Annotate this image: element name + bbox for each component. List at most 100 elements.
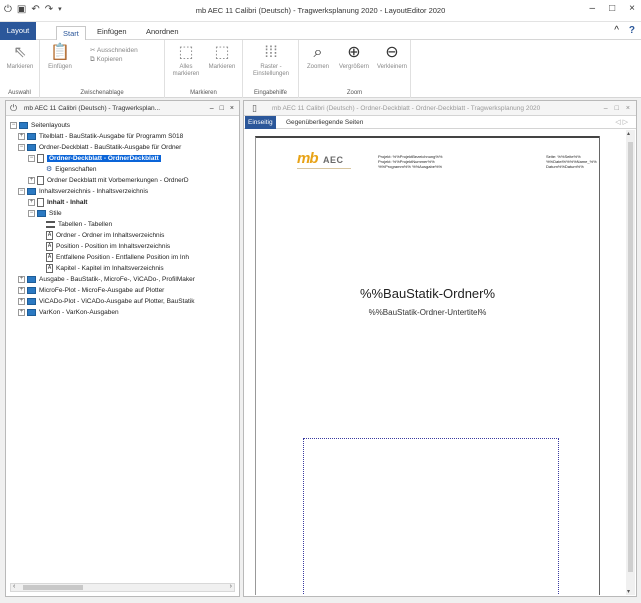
tree-node[interactable]: + ViCADo-Plot - ViCADo-Ausgabe auf Plotte… (10, 296, 238, 307)
help-icon[interactable]: ? (629, 25, 635, 36)
page-view-tabs: Einseitig Gegenüberliegende Seiten ◁ ▷ (244, 116, 636, 129)
header-page-info: Seite: %%Seite%% %%Datei%%%%Name_%% Datu… (546, 154, 597, 169)
tree-node[interactable]: Tabellen - Tabellen (10, 219, 238, 230)
tree-node[interactable]: − Seitenlayouts (10, 120, 238, 131)
tree-panel-header: ⏻ mb AEC 11 Calibri (Deutsch) - Tragwerk… (6, 101, 239, 116)
tree-node[interactable]: − Inhaltsverzeichnis - Inhaltsverzeichnis (10, 186, 238, 197)
tree-node[interactable]: A Ordner - Ordner im Inhaltsverzeichnis (10, 230, 238, 241)
page-icon (37, 197, 44, 207)
layout-icon (27, 308, 36, 316)
tab-anordnen[interactable]: Anordnen (140, 25, 185, 39)
expand-icon[interactable]: + (28, 176, 35, 184)
style-doc-icon: A (46, 252, 53, 262)
header-project-info: Projekt: %%ProjektBezeichnung%% Projekt:… (378, 154, 443, 169)
panel-minimize-button[interactable]: – (210, 101, 214, 116)
close-button[interactable]: × (629, 3, 635, 14)
properties-icon: ⚙ (46, 166, 53, 173)
document-panel-title: mb AEC 11 Calibri (Deutsch) - Ordner-Dec… (272, 105, 541, 112)
scroll-right-icon[interactable]: › (230, 583, 232, 590)
expand-icon[interactable]: + (18, 275, 25, 283)
style-doc-icon: A (46, 263, 53, 273)
tree-node[interactable]: A Entfallene Position - Entfallene Positi… (10, 252, 238, 263)
tree-node[interactable]: − Stile (10, 208, 238, 219)
panel-maximize-button[interactable]: □ (220, 101, 224, 116)
layout-icon (27, 143, 36, 151)
tab-gegenueberliegende-seiten[interactable]: Gegenüberliegende Seiten (283, 116, 366, 129)
tree-node[interactable]: ⚙ Eigenschaften (10, 164, 238, 175)
expand-icon[interactable]: + (18, 308, 25, 316)
content-frame (303, 438, 559, 595)
group-eingabehilfe: ⁞⁞⁞ Raster - Einstellungen Eingabehilfe (243, 40, 299, 98)
tab-start[interactable]: Start (56, 26, 86, 40)
zoom-in-icon: ⊕ (347, 44, 361, 61)
ausschneiden-button[interactable]: ✂ Ausschneiden (90, 46, 138, 54)
collapse-icon[interactable]: − (28, 209, 35, 217)
layout-icon (27, 297, 36, 305)
styles-folder-icon (37, 209, 46, 217)
mb-aec-logo: mb AEC (297, 151, 351, 169)
collapse-ribbon-icon[interactable]: ^ (614, 25, 619, 36)
page-preview: mb AEC Projekt: %%ProjektBezeichnung%% P… (255, 136, 599, 595)
tab-layout[interactable]: Layout (0, 22, 36, 40)
layout-icon (27, 132, 36, 140)
vergroessern-button[interactable]: ⊕ Vergrößern (335, 44, 373, 71)
panel-close-button[interactable]: × (626, 101, 630, 115)
collapse-icon[interactable]: − (18, 187, 25, 195)
tree-node[interactable]: + Inhalt - Inhalt (10, 197, 238, 208)
tree-node[interactable]: + Ordner Deckblatt mit Vorbemerkungen - O… (10, 175, 238, 186)
markieren-dropdown-button[interactable]: ⬚ Markieren (205, 44, 239, 71)
collapse-icon[interactable]: − (28, 154, 35, 162)
document-title: %%BauStatik-Ordner% (359, 286, 496, 301)
raster-einstellungen-button[interactable]: ⁞⁞⁞ Raster - Einstellungen (247, 44, 295, 78)
folder-icon (19, 121, 28, 129)
tree-node[interactable]: + Titelblatt - BauStatik-Ausgabe für Prog… (10, 131, 238, 142)
tree-node[interactable]: A Position - Position im Inhaltsverzeichn… (10, 241, 238, 252)
help-area: ^ ? (614, 25, 635, 36)
panel-maximize-button[interactable]: □ (615, 101, 619, 115)
collapse-icon[interactable]: − (18, 143, 25, 151)
collapse-icon[interactable]: − (10, 121, 17, 129)
page-icon (37, 175, 44, 185)
ribbon-tabs: Layout Start Einfügen Anordnen ^ ? (0, 22, 641, 40)
tree-node[interactable]: + MicroFe-Plot - MicroFe-Ausgabe auf Plot… (10, 285, 238, 296)
page-icon (37, 153, 44, 163)
tree-node-selected[interactable]: − Ordner-Deckblatt - OrdnerDeckblatt (10, 153, 238, 164)
expand-icon[interactable]: + (18, 286, 25, 294)
alles-markieren-button[interactable]: ⬚ Alles markieren (169, 44, 203, 78)
paste-icon: 📋 (50, 44, 70, 61)
tree-node[interactable]: A Kapitel - Kapitel im Inhaltsverzeichnis (10, 263, 238, 274)
scrollbar-thumb[interactable] (628, 142, 633, 572)
layout-tree-panel: ⏻ mb AEC 11 Calibri (Deutsch) - Tragwerk… (5, 100, 240, 597)
expand-icon[interactable]: + (28, 198, 35, 206)
scroll-down-icon[interactable]: ▾ (627, 588, 630, 595)
expand-icon[interactable]: + (18, 297, 25, 305)
panel-minimize-button[interactable]: – (604, 101, 608, 115)
horizontal-scrollbar[interactable]: ‹ › (10, 583, 235, 592)
layout-icon (27, 275, 36, 283)
tree-node[interactable]: + VarKon - VarKon-Ausgaben (10, 307, 238, 318)
scrollbar-thumb[interactable] (23, 585, 83, 590)
minimize-button[interactable]: – (590, 3, 596, 14)
tree-node[interactable]: − Ordner-Deckblatt - BauStatik-Ausgabe fü… (10, 142, 238, 153)
document-panel-header: ▯ mb AEC 11 Calibri (Deutsch) - Ordner-D… (244, 101, 636, 116)
verkleinern-button[interactable]: ⊖ Verkleinern (373, 44, 411, 71)
style-doc-icon: A (46, 230, 53, 240)
maximize-button[interactable]: □ (609, 3, 615, 14)
layout-icon (27, 187, 36, 195)
scroll-up-icon[interactable]: ▴ (627, 130, 630, 137)
tab-einseitig[interactable]: Einseitig (245, 116, 276, 129)
layout-tree: − Seitenlayouts + Titelblatt - BauStatik-A… (6, 116, 239, 318)
document-canvas[interactable]: mb AEC Projekt: %%ProjektBezeichnung%% P… (245, 130, 626, 595)
tab-nav-arrows[interactable]: ◁ ▷ (615, 116, 628, 129)
select-area-icon: ⬚ (214, 44, 230, 61)
einfuegen-button[interactable]: 📋 Einfügen (44, 44, 76, 71)
vertical-scrollbar[interactable]: ▴ ▾ (626, 130, 635, 595)
tree-node[interactable]: + Ausgabe - BauStatik-, MicroFe-, ViCADo-… (10, 274, 238, 285)
kopieren-button[interactable]: ⧉ Kopieren (90, 56, 122, 64)
scroll-left-icon[interactable]: ‹ (13, 583, 15, 590)
tab-einfuegen[interactable]: Einfügen (91, 25, 133, 39)
expand-icon[interactable]: + (18, 132, 25, 140)
panel-close-button[interactable]: × (230, 101, 234, 116)
zoomen-button[interactable]: ⌕ Zoomen (301, 44, 335, 71)
markieren-select-button[interactable]: ⇖ Markieren (2, 44, 38, 71)
